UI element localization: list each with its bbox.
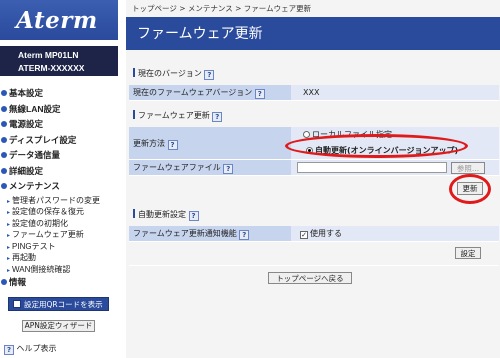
firmware-file-row: ファームウェアファイル ? 参照... bbox=[129, 160, 499, 176]
firmware-file-input[interactable] bbox=[297, 162, 447, 173]
bullet-icon: ▸ bbox=[7, 210, 11, 216]
firmware-update-section: ファームウェア更新 ? 更新方法 ? ローカルファイル指定 自動更新(オンライン… bbox=[129, 109, 499, 176]
use-checkbox[interactable]: ✓ bbox=[300, 231, 308, 239]
update-method-row: 更新方法 ? ローカルファイル指定 自動更新(オンラインバージョンアップ) bbox=[129, 127, 499, 160]
device-model-box: Aterm MP01LN ATERM-XXXXXX bbox=[0, 46, 118, 76]
help-icon[interactable]: ? bbox=[254, 89, 265, 99]
arrow-icon bbox=[1, 183, 7, 189]
sidebar-item-power[interactable]: 電源設定 bbox=[0, 117, 118, 133]
sidebar-item-maintenance[interactable]: メンテナンス bbox=[0, 179, 118, 195]
help-icon[interactable]: ? bbox=[223, 164, 234, 174]
sidebar-item-basic[interactable]: 基本設定 bbox=[0, 86, 118, 102]
section-title: 自動更新設定 ? bbox=[129, 208, 499, 222]
section-title: ファームウェア更新 ? bbox=[129, 109, 499, 123]
current-version-value: XXX bbox=[291, 85, 499, 100]
arrow-icon bbox=[1, 167, 7, 174]
sidebar-sub-save-restore[interactable]: ▸ 設定値の保存＆復元 bbox=[0, 206, 118, 218]
aterm-logo: Aterm bbox=[0, 0, 118, 40]
firmware-file-cell: 参照... bbox=[291, 160, 499, 175]
sidebar-item-data-usage[interactable]: データ通信量 bbox=[0, 148, 118, 164]
help-icon[interactable]: ? bbox=[188, 211, 199, 221]
model-name: Aterm MP01LN bbox=[18, 50, 79, 60]
bullet-icon: ▸ bbox=[7, 221, 11, 228]
bullet-icon: ▸ bbox=[7, 267, 11, 274]
update-notification-row: ファームウェア更新通知機能 ? ✓ 使用する bbox=[129, 226, 499, 242]
sidebar-item-advanced[interactable]: 詳細設定 bbox=[0, 164, 118, 180]
arrow-icon bbox=[1, 279, 7, 285]
section-title: 現在のバージョン ? bbox=[129, 67, 499, 81]
radio-button[interactable] bbox=[303, 131, 310, 138]
apn-wizard-button[interactable]: APN設定ウィザード bbox=[22, 320, 95, 332]
update-button[interactable]: 更新 bbox=[457, 182, 483, 195]
sidebar-sub-reset[interactable]: ▸ 設定値の初期化 bbox=[0, 218, 118, 230]
current-version-row: 現在のファームウェアバージョン ? XXX bbox=[129, 85, 499, 101]
row-label: ファームウェア更新通知機能 ? bbox=[129, 226, 291, 241]
update-notification-cell: ✓ 使用する bbox=[291, 226, 499, 241]
sidebar-menu: 基本設定 無線LAN設定 電源設定 ディスプレイ設定 データ通信量 詳細設定 メ… bbox=[0, 86, 118, 291]
auto-update-section: 自動更新設定 ? ファームウェア更新通知機能 ? ✓ 使用する bbox=[129, 208, 499, 242]
radio-auto-update[interactable]: 自動更新(オンラインバージョンアップ) bbox=[306, 144, 458, 158]
qr-code-icon bbox=[13, 300, 21, 308]
divider bbox=[129, 265, 499, 266]
current-version-section: 現在のバージョン ? 現在のファームウェアバージョン ? XXX bbox=[129, 67, 499, 101]
help-icon[interactable]: ? bbox=[212, 112, 223, 122]
row-label: 現在のファームウェアバージョン ? bbox=[129, 85, 291, 100]
sidebar-sub-admin-password[interactable]: ▸ 管理者パスワードの変更 bbox=[0, 195, 118, 207]
main-content: トップページ > メンテナンス > ファームウェア更新 ファームウェア更新 現在… bbox=[126, 0, 500, 358]
help-toggle[interactable]: ? ヘルプ表示 bbox=[4, 343, 57, 355]
bullet-icon: ▸ bbox=[7, 256, 11, 262]
set-button[interactable]: 設定 bbox=[455, 247, 481, 259]
breadcrumb: トップページ > メンテナンス > ファームウェア更新 bbox=[132, 4, 312, 13]
help-icon: ? bbox=[4, 345, 14, 355]
help-icon[interactable]: ? bbox=[204, 70, 215, 80]
sidebar-sub-firmware[interactable]: ▸ ファームウェア更新 bbox=[0, 229, 118, 241]
arrow-icon bbox=[1, 152, 7, 158]
device-id: ATERM-XXXXXX bbox=[18, 63, 85, 73]
sidebar: Aterm Aterm MP01LN ATERM-XXXXXX 基本設定 無線L… bbox=[0, 0, 118, 358]
arrow-icon bbox=[1, 136, 7, 143]
sidebar-sub-wan-check[interactable]: ▸ WAN側接続確認 bbox=[0, 264, 118, 276]
row-label: 更新方法 ? bbox=[129, 127, 291, 159]
qr-code-button[interactable]: 設定用QRコードを表示 bbox=[8, 297, 109, 311]
bullet-icon: ▸ bbox=[7, 198, 11, 205]
update-method-options: ローカルファイル指定 自動更新(オンラインバージョンアップ) bbox=[291, 127, 499, 159]
sidebar-sub-ping[interactable]: ▸ PINGテスト bbox=[0, 241, 118, 253]
page-title: ファームウェア更新 bbox=[126, 17, 500, 50]
help-icon[interactable]: ? bbox=[239, 230, 250, 240]
browse-button[interactable]: 参照... bbox=[451, 162, 485, 174]
sidebar-item-wlan[interactable]: 無線LAN設定 bbox=[0, 102, 118, 118]
bullet-icon: ▸ bbox=[7, 233, 11, 239]
help-icon[interactable]: ? bbox=[167, 140, 178, 150]
sidebar-item-display[interactable]: ディスプレイ設定 bbox=[0, 133, 118, 149]
bullet-icon: ▸ bbox=[7, 244, 11, 251]
arrow-icon bbox=[1, 105, 7, 112]
radio-local-file[interactable]: ローカルファイル指定 bbox=[303, 128, 392, 142]
arrow-icon bbox=[1, 121, 7, 127]
sidebar-sub-reboot[interactable]: ▸ 再起動 bbox=[0, 252, 118, 264]
arrow-icon bbox=[1, 90, 7, 96]
back-to-top-button[interactable]: トップページへ戻る bbox=[268, 272, 352, 284]
radio-button-selected[interactable] bbox=[306, 147, 313, 154]
sidebar-item-info[interactable]: 情報 bbox=[0, 275, 118, 291]
row-label: ファームウェアファイル ? bbox=[129, 160, 291, 175]
